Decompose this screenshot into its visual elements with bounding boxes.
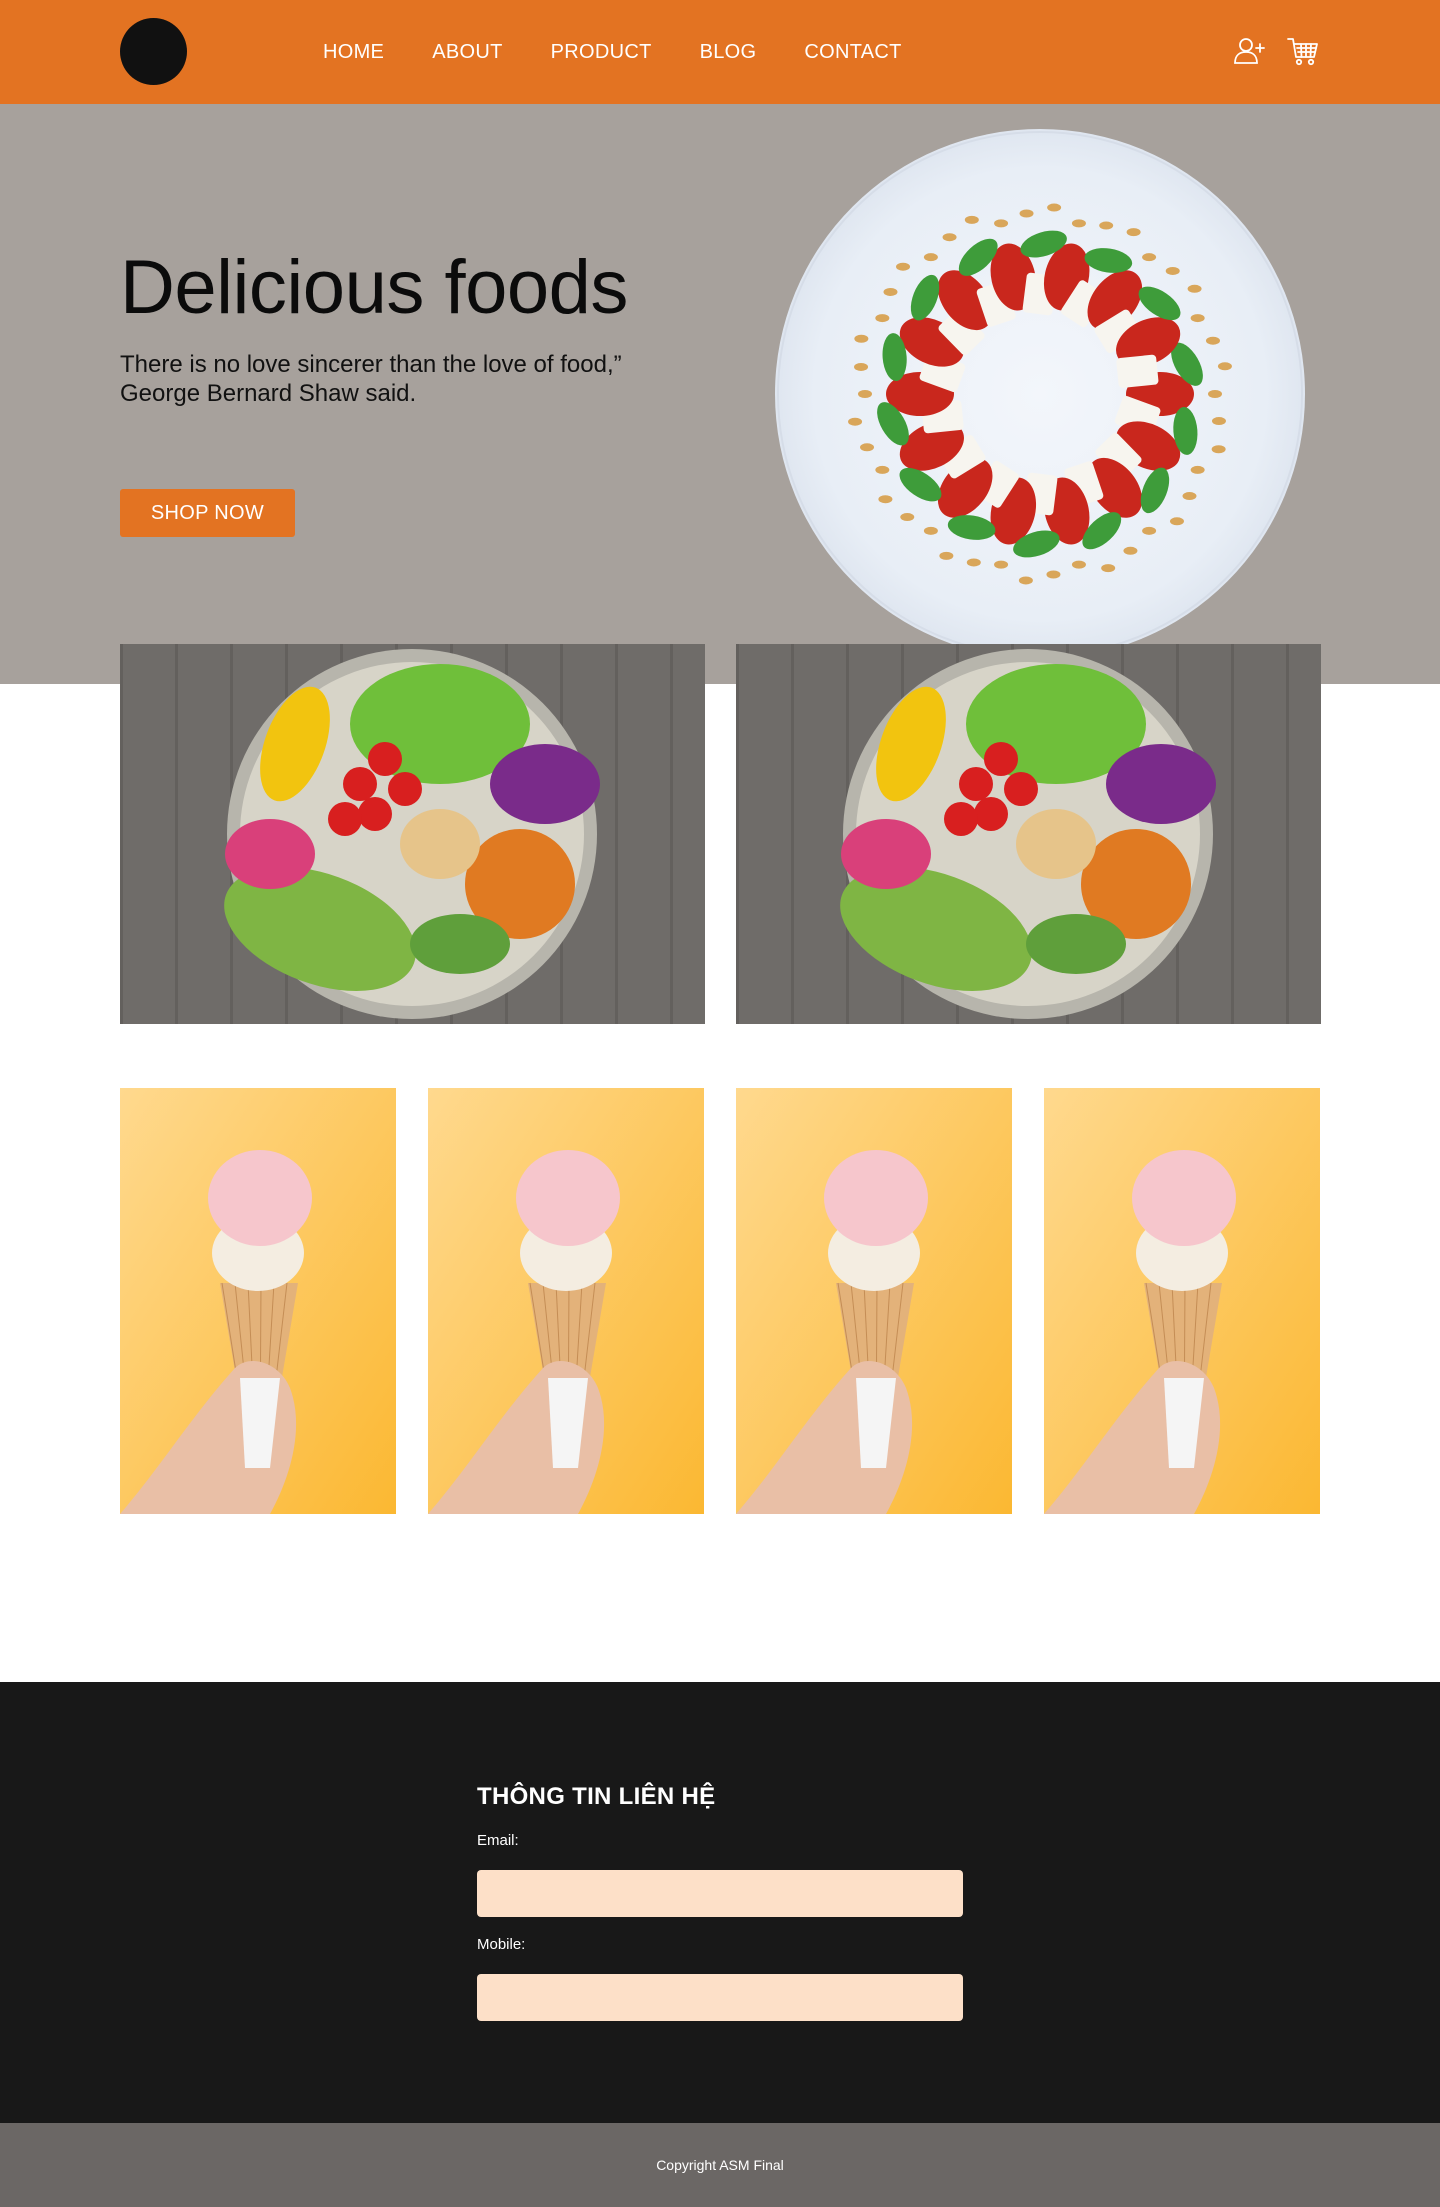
ice-cream-image-1 [120,1088,396,1514]
shop-now-button[interactable]: SHOP NOW [120,489,295,537]
nav-home[interactable]: HOME [323,41,384,64]
page: HOME ABOUT PRODUCT BLOG CONTACT Deliciou… [0,0,1440,2207]
nav-blog[interactable]: BLOG [700,41,757,64]
nav-contact[interactable]: CONTACT [804,41,901,64]
cart-icon[interactable] [1286,34,1320,68]
hero-quote-line-1: There is no love sincerer than the love … [120,351,622,378]
nav-about[interactable]: ABOUT [432,41,502,64]
email-label: Email: [477,1832,519,1849]
contact-section: THÔNG TIN LIÊN HỆ Email: Mobile: [0,1682,1440,2123]
ice-cream-image-3 [736,1088,1012,1514]
nav-product[interactable]: PRODUCT [551,41,652,64]
email-field[interactable] [477,1870,963,1917]
header-actions [1232,34,1320,68]
mobile-field[interactable] [477,1974,963,2021]
contact-title: THÔNG TIN LIÊN HỆ [477,1783,716,1810]
site-footer: Copyright ASM Final [0,2123,1440,2207]
salad-bowl-image-1 [120,644,705,1024]
mobile-label: Mobile: [477,1936,526,1953]
hero-salad-plate-image [775,129,1305,659]
copyright-text: Copyright ASM Final [656,2157,784,2173]
hero-quote: There is no love sincerer than the love … [120,350,680,408]
ice-cream-image-4 [1044,1088,1320,1514]
ice-cream-image-2 [428,1088,704,1514]
logo[interactable] [120,18,187,85]
hero-quote-line-2: George Bernard Shaw said. [120,380,417,407]
hero-section: Delicious foods There is no love sincere… [0,104,1440,684]
main-nav: HOME ABOUT PRODUCT BLOG CONTACT [323,0,950,104]
user-plus-icon[interactable] [1232,34,1266,68]
site-header: HOME ABOUT PRODUCT BLOG CONTACT [0,0,1440,104]
salad-bowl-image-2 [736,644,1321,1024]
hero-title: Delicious foods [120,245,628,330]
